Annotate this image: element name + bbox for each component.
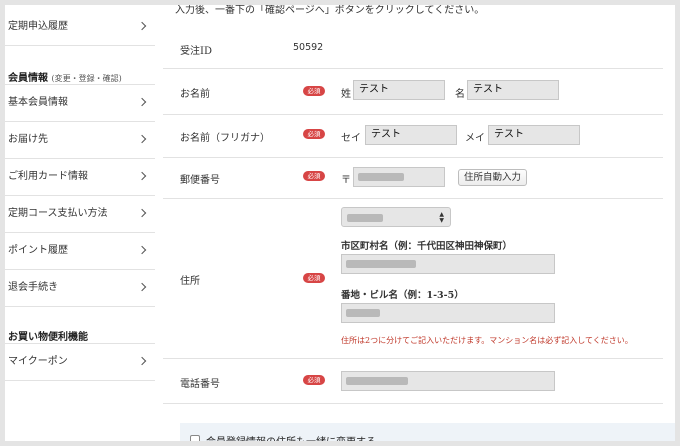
chevron-right-icon xyxy=(137,356,147,366)
chevron-right-icon xyxy=(137,208,147,218)
chevron-right-icon xyxy=(137,97,147,107)
sidebar-item-delivery[interactable]: お届け先 xyxy=(5,122,155,159)
name-label: お名前 xyxy=(180,89,210,100)
postal-input[interactable] xyxy=(353,167,445,187)
sidebar-item-label: 定期コース支払い方法 xyxy=(8,208,108,219)
chevron-right-icon xyxy=(137,171,147,181)
chevron-right-icon xyxy=(137,282,147,292)
address-note: 住所は2つに分けてご記入いただけます。マンション名は必ず記入してください。 xyxy=(341,336,633,345)
page-frame: 定期申込履歴 会員情報 (変更・登録・確認) 基本会員情報 お届け先 ご利用カー… xyxy=(5,5,675,441)
postal-row: 郵便番号 必須 〒 住所自動入力 xyxy=(163,157,663,199)
kana-first-prefix: メイ xyxy=(465,133,485,144)
chevron-right-icon xyxy=(137,21,147,31)
postal-label: 郵便番号 xyxy=(180,175,220,186)
sidebar-item-label: 定期申込履歴 xyxy=(8,21,68,32)
chevron-right-icon xyxy=(137,134,147,144)
sidebar-item-label: 退会手続き xyxy=(8,282,58,293)
first-name-prefix: 名 xyxy=(455,89,465,100)
sidebar-item-label: 基本会員情報 xyxy=(8,97,68,108)
postal-prefix: 〒 xyxy=(341,175,351,186)
required-badge: 必須 xyxy=(303,273,325,283)
address-label: 住所 xyxy=(180,276,200,287)
sidebar-item-card-info[interactable]: ご利用カード情報 xyxy=(5,159,155,196)
sidebar-item-my-coupon[interactable]: マイクーポン xyxy=(5,344,155,381)
sidebar-item-points[interactable]: ポイント履歴 xyxy=(5,233,155,270)
instruction-text: 入力後、一番下の「確認ページへ」ボタンをクリックしてください。 xyxy=(175,5,485,16)
kana-first-input[interactable]: テスト xyxy=(488,125,580,145)
kana-last-input[interactable]: テスト xyxy=(365,125,457,145)
shopping-heading: お買い物便利機能 xyxy=(8,332,88,343)
sidebar-item-withdraw[interactable]: 退会手続き xyxy=(5,270,155,307)
member-info-heading-text: 会員情報 xyxy=(8,73,48,84)
order-id-label: 受注ID xyxy=(180,46,212,57)
member-info-heading: 会員情報 (変更・登録・確認) xyxy=(8,69,122,84)
sidebar-item-label: マイクーポン xyxy=(8,356,68,367)
sidebar-item-label: ご利用カード情報 xyxy=(8,171,88,182)
prefecture-value xyxy=(347,214,383,222)
kana-row: お名前（フリガナ） 必須 セイ テスト メイ テスト xyxy=(163,114,663,158)
order-id-value: 50592 xyxy=(293,42,324,53)
sidebar-item-course-payment[interactable]: 定期コース支払い方法 xyxy=(5,196,155,233)
form-area: 入力後、一番下の「確認ページへ」ボタンをクリックしてください。 受注ID 505… xyxy=(163,5,675,441)
last-name-prefix: 姓 xyxy=(341,89,351,100)
sidebar: 定期申込履歴 会員情報 (変更・登録・確認) 基本会員情報 お届け先 ご利用カー… xyxy=(5,5,155,441)
prefecture-select[interactable]: ▲ ▼ xyxy=(341,207,451,227)
sidebar-item-label: ポイント履歴 xyxy=(8,245,68,256)
phone-row: 電話番号 必須 xyxy=(163,358,663,404)
last-name-input[interactable]: テスト xyxy=(353,80,445,100)
street-input[interactable] xyxy=(341,303,555,323)
sidebar-item-label: お届け先 xyxy=(8,134,48,145)
kana-label: お名前（フリガナ） xyxy=(180,133,270,144)
name-row: お名前 必須 姓 テスト 名 テスト xyxy=(163,68,663,115)
required-badge: 必須 xyxy=(303,171,325,181)
phone-label: 電話番号 xyxy=(180,379,220,390)
street-label: 番地・ビル名（例：1-3-5） xyxy=(341,290,464,301)
required-badge: 必須 xyxy=(303,129,325,139)
required-badge: 必須 xyxy=(303,86,325,96)
chevron-right-icon xyxy=(137,245,147,255)
sync-address-checkbox[interactable] xyxy=(190,435,200,441)
required-badge: 必須 xyxy=(303,375,325,385)
kana-last-prefix: セイ xyxy=(341,133,361,144)
sync-address-label[interactable]: 会員登録情報の住所も一緒に変更する xyxy=(206,433,376,441)
order-id-row: 受注ID 50592 xyxy=(163,25,663,69)
city-input[interactable] xyxy=(341,254,555,274)
first-name-input[interactable]: テスト xyxy=(467,80,559,100)
sidebar-item-subscription-history[interactable]: 定期申込履歴 xyxy=(5,9,155,46)
auto-address-button[interactable]: 住所自動入力 xyxy=(458,169,528,186)
sync-address-box: 会員登録情報の住所も一緒に変更する xyxy=(180,423,675,441)
address-row: 住所 必須 ▲ ▼ 市区町村名（例：千代田区神田神保町） 番地・ビル名（例：1-3… xyxy=(163,198,663,359)
select-arrows-icon: ▲ ▼ xyxy=(439,211,444,224)
sidebar-item-basic-info[interactable]: 基本会員情報 xyxy=(5,85,155,122)
phone-input[interactable] xyxy=(341,371,555,391)
member-info-heading-sub: (変更・登録・確認) xyxy=(51,74,122,83)
city-label: 市区町村名（例：千代田区神田神保町） xyxy=(341,241,513,252)
